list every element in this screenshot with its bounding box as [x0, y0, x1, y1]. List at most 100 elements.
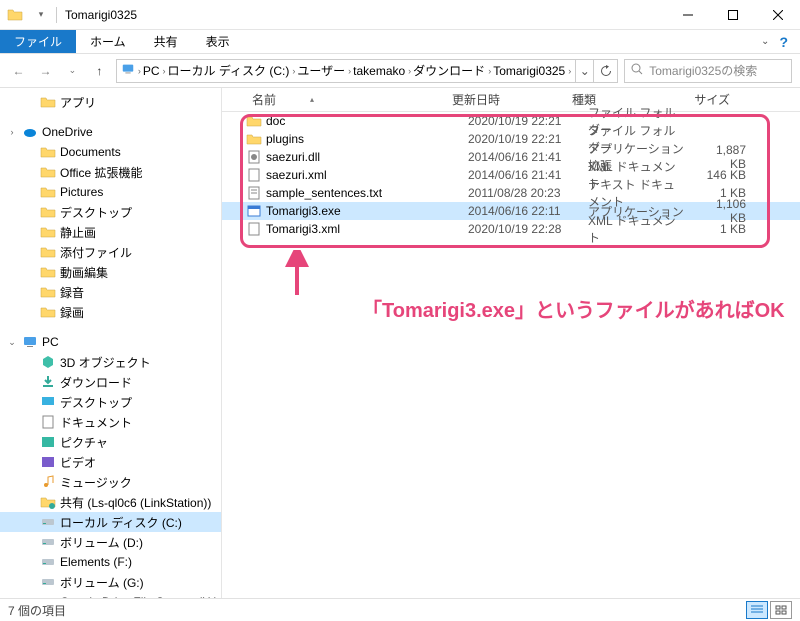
file-type: XML ドキュメント [582, 212, 692, 246]
onedrive-icon [22, 124, 38, 140]
refresh-button[interactable] [594, 59, 618, 83]
breadcrumb-segment[interactable]: takemako› [353, 64, 411, 78]
tree-item-label: Documents [60, 145, 121, 159]
tree-item[interactable]: ⌄ PC [0, 332, 221, 352]
tree-item-label: Elements (F:) [60, 555, 132, 569]
tree-item[interactable]: Documents [0, 142, 221, 162]
tree-item[interactable]: ローカル ディスク (C:) [0, 512, 221, 532]
pictures-icon [40, 434, 56, 450]
tree-item-label: PC [42, 335, 59, 349]
tree-item[interactable]: Google Drive File Stream (H:) [0, 592, 221, 598]
tree-item-label: 共有 (Ls-ql0c6 (LinkStation)) [60, 494, 211, 511]
file-row[interactable]: Tomarigi3.xml2020/10/19 22:28XML ドキュメント1… [222, 220, 800, 238]
chevron-right-icon: › [488, 66, 491, 76]
file-row[interactable]: doc2020/10/19 22:21ファイル フォルダー [222, 112, 800, 130]
netfolder-icon [40, 494, 56, 510]
tree-item[interactable]: 録音 [0, 282, 221, 302]
tree-item[interactable]: ダウンロード [0, 372, 221, 392]
folder-icon [40, 304, 56, 320]
folder-icon [40, 264, 56, 280]
breadcrumb[interactable]: › PC›ローカル ディスク (C:)›ユーザー›takemako›ダウンロード… [116, 59, 576, 83]
tree-item-label: 録音 [60, 284, 84, 301]
titlebar: ▾ Tomarigi0325 [0, 0, 800, 30]
tree-item[interactable]: 動画編集 [0, 262, 221, 282]
tree-item-label: ボリューム (D:) [60, 534, 143, 551]
tree-item[interactable]: 静止画 [0, 222, 221, 242]
chevron-right-icon: › [292, 66, 295, 76]
3d-icon [40, 354, 56, 370]
tree-item-label: ローカル ディスク (C:) [60, 514, 182, 531]
ribbon-tabs: ファイル ホーム 共有 表示 ⌄ ? [0, 30, 800, 54]
tree-item[interactable]: ボリューム (D:) [0, 532, 221, 552]
tree-item[interactable]: ピクチャ [0, 432, 221, 452]
pc-icon [121, 62, 135, 79]
forward-button[interactable]: → [35, 59, 56, 83]
tree-item[interactable]: ミュージック [0, 472, 221, 492]
maximize-button[interactable] [710, 0, 755, 30]
search-input[interactable]: Tomarigi0325の検索 [624, 59, 792, 83]
tree-item[interactable]: 共有 (Ls-ql0c6 (LinkStation)) [0, 492, 221, 512]
navigation-tree[interactable]: アプリ ›OneDrive Documents Office 拡張機能Pictures… [0, 88, 222, 598]
column-headers[interactable]: 名前▴ 更新日時 種類 サイズ [222, 88, 800, 112]
expand-icon[interactable]: › [6, 127, 18, 137]
large-icons-view-button[interactable] [770, 601, 792, 619]
details-view-button[interactable] [746, 601, 768, 619]
tree-item-label: ダウンロード [60, 374, 132, 391]
recent-locations-button[interactable]: ⌄ [62, 59, 83, 83]
tree-item[interactable]: 録画 [0, 302, 221, 322]
file-row[interactable]: saezuri.dll2014/06/16 21:41アプリケーション拡張1,8… [222, 148, 800, 166]
tab-home[interactable]: ホーム [76, 30, 140, 53]
tree-item-label: ミュージック [60, 474, 132, 491]
breadcrumb-segment[interactable]: ダウンロード› [413, 62, 491, 79]
tab-view[interactable]: 表示 [192, 30, 244, 53]
quick-access-down-icon[interactable]: ▾ [36, 6, 46, 24]
close-button[interactable] [755, 0, 800, 30]
tree-item[interactable]: ドキュメント [0, 412, 221, 432]
tree-item[interactable]: アプリ [0, 92, 221, 112]
column-name: 名前▴ [246, 91, 446, 108]
file-name: plugins [266, 132, 462, 146]
tree-item[interactable]: デスクトップ [0, 202, 221, 222]
tab-file[interactable]: ファイル [0, 30, 76, 53]
search-icon [631, 63, 643, 78]
address-dropdown-icon[interactable]: ⌄ [576, 59, 594, 83]
tree-item[interactable]: Pictures [0, 182, 221, 202]
status-bar: 7 個の項目 [0, 598, 800, 621]
dll-icon [246, 149, 262, 165]
tree-item[interactable]: ›OneDrive [0, 122, 221, 142]
search-placeholder: Tomarigi0325の検索 [649, 62, 757, 79]
up-button[interactable]: ↑ [89, 59, 110, 83]
back-button[interactable]: ← [8, 59, 29, 83]
folder-icon [40, 244, 56, 260]
disk-icon [40, 554, 56, 570]
chevron-right-icon: › [163, 66, 166, 76]
help-icon[interactable]: ? [775, 34, 792, 50]
tree-item[interactable]: 添付ファイル [0, 242, 221, 262]
disk-icon [40, 594, 56, 598]
tree-item[interactable]: ビデオ [0, 452, 221, 472]
file-name: Tomarigi3.xml [266, 222, 462, 236]
breadcrumb-segment[interactable]: ローカル ディスク (C:)› [168, 62, 296, 79]
music-icon [40, 474, 56, 490]
address-bar: ← → ⌄ ↑ › PC›ローカル ディスク (C:)›ユーザー›takemak… [0, 54, 800, 88]
tree-item[interactable]: Office 拡張機能 [0, 162, 221, 182]
breadcrumb-segment[interactable]: PC› [143, 64, 166, 78]
tree-item[interactable]: 3D オブジェクト [0, 352, 221, 372]
tab-share[interactable]: 共有 [140, 30, 192, 53]
tree-item[interactable]: Elements (F:) [0, 552, 221, 572]
chevron-right-icon: › [408, 66, 411, 76]
column-date[interactable]: 更新日時 [446, 91, 566, 108]
tree-item-label: 動画編集 [60, 264, 108, 281]
breadcrumb-segment[interactable]: Tomarigi0325› [493, 64, 571, 78]
file-name: saezuri.dll [266, 150, 462, 164]
expand-icon[interactable]: ⌄ [6, 337, 18, 348]
minimize-button[interactable] [665, 0, 710, 30]
file-date: 2014/06/16 21:41 [462, 150, 582, 164]
file-row[interactable]: saezuri.xml2014/06/16 21:41XML ドキュメント146… [222, 166, 800, 184]
file-row[interactable]: Tomarigi3.exe2014/06/16 22:11アプリケーション1,1… [222, 202, 800, 220]
tree-item[interactable]: デスクトップ [0, 392, 221, 412]
file-name: doc [266, 114, 462, 128]
tree-item[interactable]: ボリューム (G:) [0, 572, 221, 592]
ribbon-expand-icon[interactable]: ⌄ [755, 36, 775, 47]
breadcrumb-segment[interactable]: ユーザー› [297, 62, 351, 79]
